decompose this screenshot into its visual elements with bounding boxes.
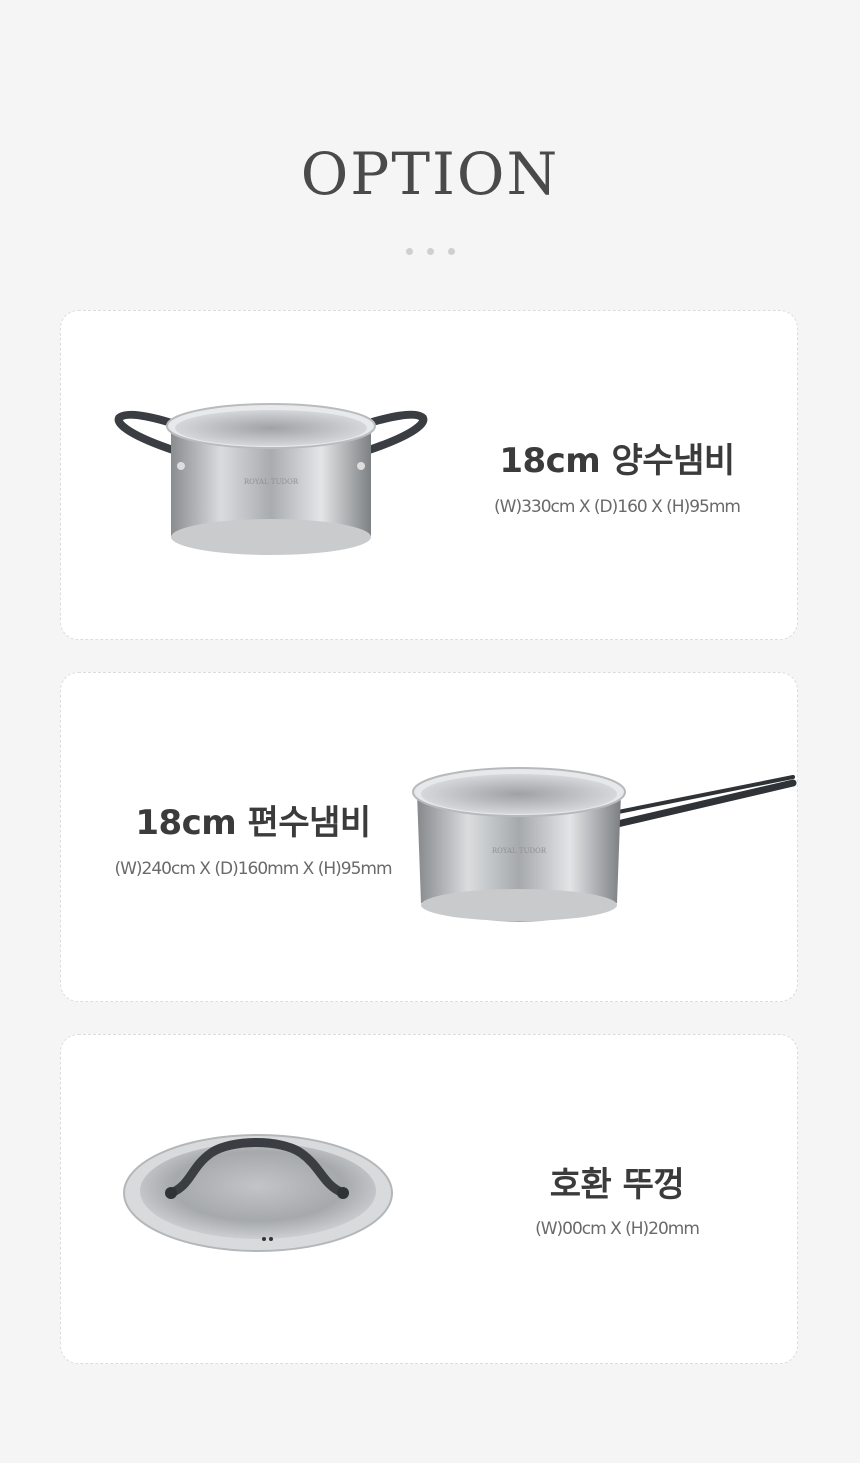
product-card-pot: ROYAL TUDOR 18cm 양수냄비 (W)330cm X (D)160 … — [60, 310, 798, 640]
product-spec: (W)330cm X (D)160 X (H)95mm — [494, 497, 741, 517]
product-card-lid: 호환 뚜껑 (W)00cm X (H)20mm — [60, 1034, 798, 1364]
dot — [447, 248, 455, 255]
page-title: OPTION — [300, 140, 560, 208]
dot — [426, 248, 434, 255]
dot — [405, 248, 413, 255]
product-name: 호환 뚜껑 — [549, 1165, 685, 1205]
product-name: 18cm 편수냄비 — [135, 803, 371, 843]
two-handle-pot-image: ROYAL TUDOR — [114, 403, 428, 555]
brand-logo: ROYAL TUDOR — [492, 847, 547, 855]
product-card-saucepan: 18cm 편수냄비 (W)240cm X (D)160mm X (H)95mm … — [60, 672, 798, 1002]
divider-dots — [0, 248, 860, 255]
pot-lid-image — [123, 1134, 393, 1252]
brand-logo: ROYAL TUDOR — [244, 478, 299, 486]
product-name: 18cm 양수냄비 — [499, 441, 735, 481]
single-handle-saucepan-image: ROYAL TUDOR — [412, 767, 797, 922]
product-spec: (W)00cm X (H)20mm — [535, 1219, 700, 1239]
product-spec: (W)240cm X (D)160mm X (H)95mm — [114, 859, 392, 879]
